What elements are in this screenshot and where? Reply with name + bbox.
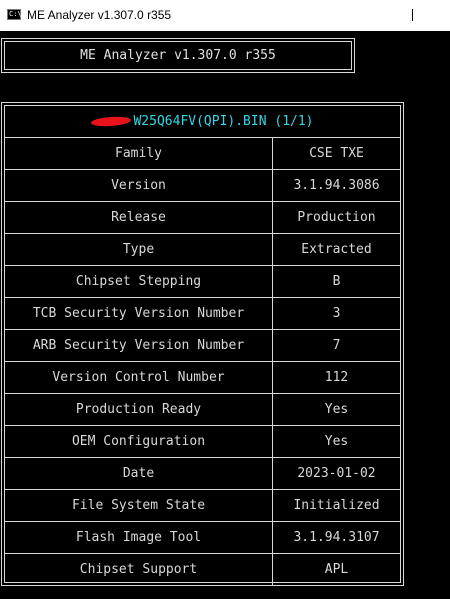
table-row: Release Production [5,202,400,234]
row-key: OEM Configuration [5,426,273,457]
table-row: Flash Image Tool 3.1.94.3107 [5,522,400,554]
redaction-mark [91,115,132,128]
row-value: CSE TXE [309,146,364,161]
row-key: File System State [5,490,273,521]
table-row: ARB Security Version Number 7 [5,330,400,362]
row-value: B [332,274,341,289]
table-row: OEM Configuration Yes [5,426,400,458]
row-value: Yes [324,434,349,449]
table-row: Version Control Number 112 [5,362,400,394]
row-value: 3.1.94.3107 [293,530,380,545]
table-row: Date 2023-01-02 [5,458,400,490]
window-titlebar[interactable]: C:\ ME Analyzer v1.307.0 r355 [0,0,450,31]
table-row: Type Extracted [5,234,400,266]
info-table-inner: W25Q64FV(QPI).BIN (1/1) Family CSE TXE Ver… [4,105,401,586]
row-value: 7 [332,338,341,353]
banner-title: ME Analyzer v1.307.0 r355 [4,41,352,70]
table-row: Version 3.1.94.3086 [5,170,400,202]
table-row: File System State Initialized [5,490,400,522]
row-key: Production Ready [5,394,273,425]
row-key: Flash Image Tool [5,522,273,553]
table-row: Production Ready Yes [5,394,400,426]
file-header: W25Q64FV(QPI).BIN (1/1) [5,106,400,138]
banner-box: ME Analyzer v1.307.0 r355 [1,38,355,73]
row-value: Initialized [293,498,380,513]
window-title: ME Analyzer v1.307.0 r355 [27,8,172,22]
row-value: Extracted [301,242,372,257]
row-key: Family [5,138,273,169]
table-rows: Family CSE TXE Version 3.1.94.3086 Release Pr… [5,138,400,586]
table-row: Family CSE TXE [5,138,400,170]
row-key: Release [5,202,273,233]
row-value: 2023-01-02 [297,466,376,481]
table-row: Chipset Stepping B [5,266,400,298]
row-value: 112 [324,370,349,385]
file-name: W25Q64FV(QPI).BIN (1/1) [133,114,314,129]
row-key: ARB Security Version Number [5,330,273,361]
row-value: 3 [332,306,341,321]
row-value: Yes [324,402,349,417]
row-key: Type [5,234,273,265]
row-key: Version Control Number [5,362,273,393]
row-key: Date [5,458,273,489]
row-value: Production [297,210,376,225]
table-row: Chipset Support APL [5,554,400,586]
row-value: 3.1.94.3086 [293,178,380,193]
table-row: TCB Security Version Number 3 [5,298,400,330]
row-key: Version [5,170,273,201]
console-app-icon: C:\ [7,9,22,20]
info-table: W25Q64FV(QPI).BIN (1/1) Family CSE TXE Ver… [1,102,404,586]
row-value: APL [324,562,349,577]
row-key: Chipset Stepping [5,266,273,297]
row-key: TCB Security Version Number [5,298,273,329]
minimize-button[interactable] [408,6,430,26]
row-key: Chipset Support [5,554,273,586]
